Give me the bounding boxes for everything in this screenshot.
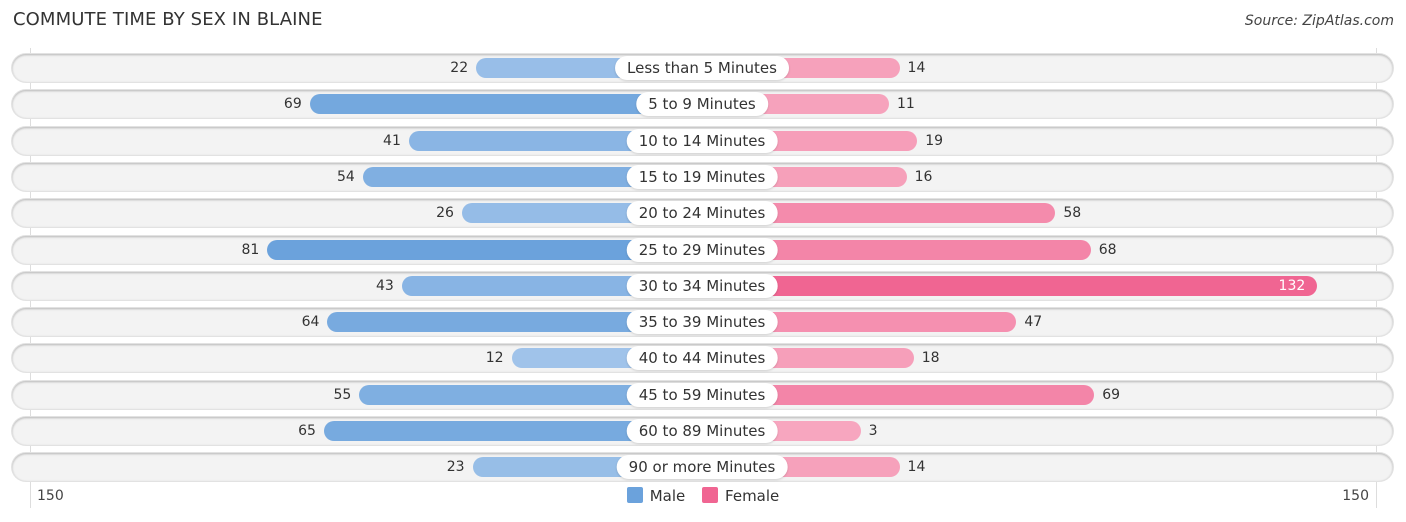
category-label: 35 to 39 Minutes (626, 310, 778, 335)
legend-swatch-female (702, 487, 719, 503)
value-label-male: 26 (436, 205, 454, 222)
value-label-female: 3 (868, 423, 878, 439)
legend-label-female: Female (725, 487, 780, 505)
category-label: Less than 5 Minutes (615, 56, 789, 80)
value-label-male: 12 (485, 350, 504, 367)
value-label-female: 14 (907, 459, 926, 476)
value-label-female: 58 (1063, 205, 1082, 222)
value-label-female: 69 (1102, 386, 1121, 403)
value-label-male: 22 (450, 60, 469, 76)
value-label-male: 54 (337, 168, 355, 185)
legend-item-female[interactable]: Female (702, 487, 779, 505)
category-label: 60 to 89 Minutes (626, 419, 778, 443)
category-label: 25 to 29 Minutes (626, 237, 778, 262)
value-label-female: 132 (1278, 277, 1306, 294)
value-label-female: 19 (925, 132, 944, 149)
category-label: 45 to 59 Minutes (626, 382, 778, 407)
value-label-female: 68 (1098, 241, 1117, 258)
source-label: Source: ZipAtlas.com (1244, 13, 1394, 29)
value-label-female: 14 (907, 60, 926, 76)
category-label: 15 to 19 Minutes (626, 164, 778, 189)
value-label-female: 16 (914, 168, 933, 185)
value-label-male: 81 (241, 241, 260, 258)
legend: Male Female (0, 487, 1406, 505)
value-label-female: 47 (1024, 314, 1043, 331)
category-label: 10 to 14 Minutes (626, 128, 778, 153)
value-label-female: 18 (921, 350, 940, 367)
legend-swatch-male (626, 487, 643, 503)
category-label: 30 to 34 Minutes (626, 273, 778, 298)
value-label-male: 55 (333, 386, 352, 403)
value-label-male: 43 (375, 277, 394, 294)
chart-title: COMMUTE TIME BY SEX IN BLAINE (13, 9, 323, 30)
value-label-male: 64 (301, 314, 320, 331)
category-label: 90 or more Minutes (616, 455, 788, 480)
value-label-female: 11 (896, 96, 915, 113)
value-label-male: 69 (283, 96, 302, 113)
legend-label-male: Male (649, 487, 686, 505)
category-label: 20 to 24 Minutes (626, 201, 778, 226)
legend-item-male[interactable]: Male (626, 487, 686, 505)
bar-female[interactable] (702, 275, 1318, 296)
value-label-male: 65 (298, 423, 316, 439)
category-label: 40 to 44 Minutes (626, 346, 778, 371)
value-label-male: 41 (383, 132, 401, 149)
category-label: 5 to 9 Minutes (636, 92, 768, 117)
value-label-male: 23 (446, 459, 465, 476)
